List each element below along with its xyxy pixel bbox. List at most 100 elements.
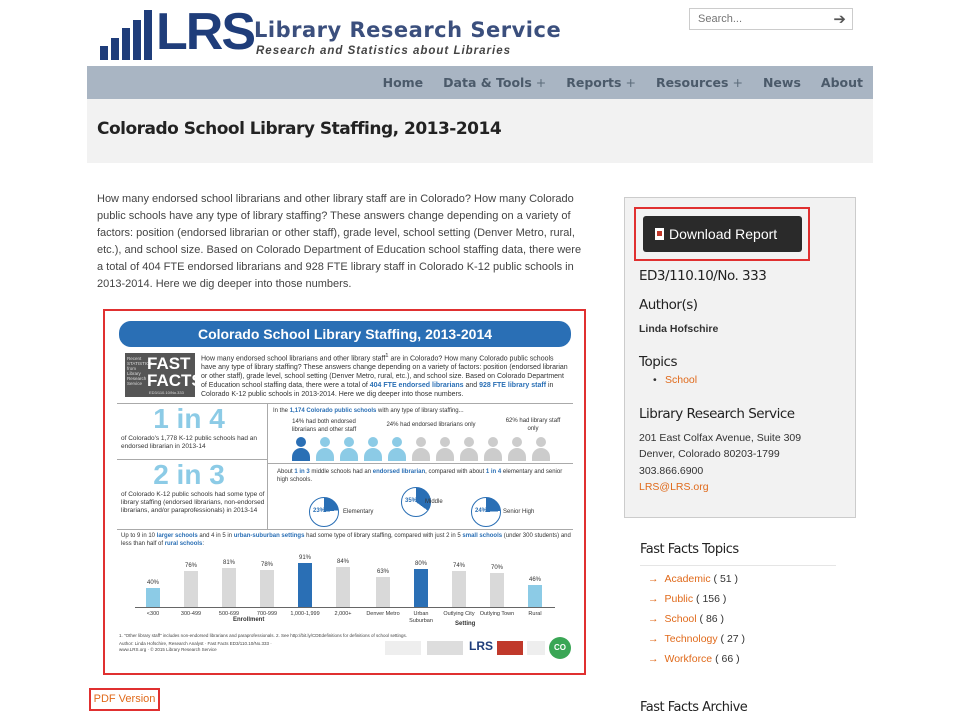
bar-axis	[135, 607, 555, 608]
stat-1-in-4: 1 in 4	[153, 403, 225, 434]
search-arrow-icon[interactable]: ➔	[833, 10, 846, 28]
fast-facts-archive-heading: Fast Facts Archive	[640, 700, 748, 715]
topic-name[interactable]: School	[665, 613, 697, 625]
topic-name[interactable]: Public	[665, 593, 694, 605]
bar-head-hl2: urban-suburban settings	[233, 533, 305, 539]
fast-facts-topic-workforce[interactable]: → Workforce ( 66 )	[648, 653, 740, 665]
nav-label: News	[762, 75, 801, 90]
infographic-title: Colorado School Library Staffing, 2013-2…	[119, 321, 571, 347]
main-nav: Home Data & Tools + Reports + Resources + News A…	[87, 66, 873, 99]
topic-count: ( 66 )	[715, 653, 740, 665]
report-info-box: Download Report ED3/110.10/No. 333 Autho…	[624, 197, 856, 518]
nav-item-data-tools[interactable]: Data & Tools +	[433, 66, 556, 99]
nav-item-home[interactable]: Home	[373, 66, 434, 99]
bar	[298, 563, 312, 607]
ig-divider	[117, 529, 573, 530]
ratio-hl2: endorsed librarian	[372, 469, 426, 475]
enrollment-axis-label: Enrollment	[233, 617, 265, 623]
intro-paragraph: How many endorsed school librarians and …	[97, 193, 582, 290]
topic-link-school[interactable]: School	[653, 374, 697, 386]
bar	[184, 570, 198, 607]
person-icon	[363, 437, 383, 461]
ig-intro-and: and	[465, 382, 478, 390]
logo-name: Library Research Service	[254, 18, 562, 42]
partner-lrs-logo: LRS	[469, 639, 493, 653]
partner-logo	[527, 641, 545, 655]
bar-value-label: 63%	[376, 568, 389, 575]
bar	[146, 587, 160, 607]
report-number: ED3/110.10/No. 333	[639, 268, 767, 284]
pie-pct: 24%	[475, 508, 488, 514]
nav-item-resources[interactable]: Resources +	[646, 66, 753, 99]
person-icon	[507, 437, 527, 461]
lrs-logo[interactable]: LRS Library Research Service Research an…	[100, 3, 561, 61]
ratio-text: About 1 in 3 middle schools had an endor…	[277, 469, 567, 484]
fast-facts-topic-public[interactable]: → Public ( 156 )	[648, 593, 726, 605]
download-report-button[interactable]: Download Report	[643, 216, 802, 252]
person-icon	[459, 437, 479, 461]
topic-name[interactable]: Workforce	[665, 653, 713, 665]
fast-facts-topic-academic[interactable]: → Academic ( 51 )	[648, 573, 738, 585]
bar-category-label: Urban Suburban	[409, 611, 433, 624]
pie-label: Senior High	[503, 509, 535, 515]
title-band: Colorado School Library Staffing, 2013-2…	[87, 99, 873, 163]
divider	[640, 565, 836, 566]
bar	[414, 568, 428, 607]
bar-value-label: 81%	[222, 560, 235, 567]
people-head-a: In the	[273, 408, 289, 414]
nav-label: About	[820, 75, 863, 90]
ig-intro-hl1: 404 FTE endorsed librarians	[369, 382, 464, 390]
arrow-right-icon: →	[648, 633, 659, 645]
email-link[interactable]: LRS@LRS.org	[639, 479, 709, 495]
page-title: Colorado School Library Staffing, 2013-2…	[97, 119, 502, 139]
ig-intro-hl2: 928 FTE library staff	[479, 382, 547, 390]
fast-facts-topics-heading: Fast Facts Topics	[640, 542, 739, 557]
bar-head-b: and 4 in 5 in	[199, 533, 233, 539]
bar-value-label: 78%	[260, 561, 273, 568]
plus-icon: +	[625, 75, 636, 90]
bar-value-label: 74%	[452, 563, 465, 570]
nav-item-reports[interactable]: Reports +	[556, 66, 646, 99]
arrow-right-icon: →	[648, 653, 659, 665]
pdf-version-link[interactable]: PDF Version	[89, 688, 160, 711]
arrow-right-icon: →	[648, 593, 659, 605]
search-input[interactable]	[698, 11, 818, 27]
stat-2-desc: of Colorado K-12 public schools had some…	[121, 491, 265, 514]
bar-value-label: 84%	[336, 558, 349, 565]
ff-logo-number: ED3/110.10/No.333	[149, 390, 184, 395]
logo-bars-icon	[100, 10, 154, 60]
topic-name[interactable]: Technology	[665, 633, 718, 645]
bar	[490, 573, 504, 607]
ratio-b: middle schools had an	[311, 469, 372, 475]
bar-category-label: 300-499	[180, 611, 202, 617]
logo-tagline: Research and Statistics about Libraries	[256, 45, 512, 57]
partner-logos: LRS CO	[385, 637, 575, 659]
download-label: Download Report	[669, 226, 778, 242]
fast-facts-topic-school[interactable]: → School ( 86 )	[648, 613, 724, 625]
fast-facts-topic-technology[interactable]: → Technology ( 27 )	[648, 633, 745, 645]
infographic-intro: How many endorsed school librarians and …	[201, 353, 568, 399]
nav-item-news[interactable]: News	[753, 66, 811, 99]
bar-head-hl1: larger schools	[156, 533, 198, 539]
topic-name[interactable]: Academic	[665, 573, 711, 585]
ig-divider	[267, 403, 268, 529]
bar-head-e: :	[202, 540, 205, 547]
partner-co-logo: CO	[549, 637, 571, 659]
bar-category-label: Outlying Town	[479, 611, 515, 617]
school-size-bar-chart: 40% <300 76% 300-499 81% 500-699 78% 700-999 91%…	[135, 551, 555, 624]
plus-icon: +	[732, 75, 743, 90]
pie-label: Elementary	[343, 509, 374, 515]
org-heading: Library Research Service	[639, 406, 795, 422]
person-icon	[315, 437, 335, 461]
person-icon	[435, 437, 455, 461]
bar-category-label: 1,000-1,999	[290, 611, 320, 617]
nav-item-about[interactable]: About	[811, 66, 873, 99]
bar	[376, 576, 390, 607]
partner-logo	[427, 641, 463, 655]
ff-logo-fast: FAST	[147, 354, 191, 373]
bar-value-label: 70%	[490, 565, 503, 572]
search-box: ➔	[689, 8, 853, 30]
infographic-image[interactable]: Colorado School Library Staffing, 2013-2…	[103, 309, 586, 675]
bar-value-label: 76%	[184, 562, 197, 569]
ratio-a: About	[277, 469, 293, 475]
